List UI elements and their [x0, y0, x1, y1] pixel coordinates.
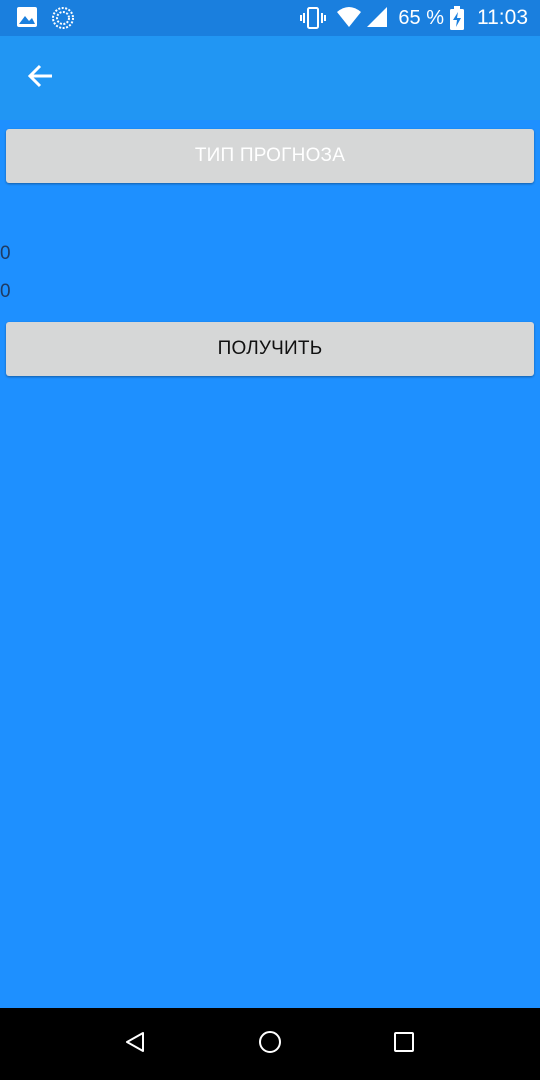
forecast-type-button[interactable]: ТИП ПРОГНОЗА: [6, 129, 534, 183]
nav-back-icon: [123, 1030, 147, 1059]
clock: 11:03: [477, 6, 528, 29]
nav-home-button[interactable]: [250, 1024, 290, 1064]
nav-recents-button[interactable]: [384, 1024, 424, 1064]
status-bar: 65 % 11:03: [0, 0, 540, 36]
vibrate-icon: [300, 6, 326, 35]
battery-percent: 65 %: [398, 7, 444, 29]
battery-charging-icon: [450, 6, 464, 35]
nav-back-button[interactable]: [115, 1024, 155, 1064]
nav-home-icon: [257, 1029, 283, 1060]
value-1: 0: [0, 243, 11, 264]
wifi-icon: [336, 6, 362, 33]
back-button[interactable]: [16, 54, 64, 102]
app-bar: [0, 36, 540, 120]
screen: 65 % 11:03 ТИП ПРОГНОЗА 0 0 ПОЛУЧИТЬ: [0, 0, 540, 1080]
image-notification-icon: [16, 6, 38, 33]
get-button[interactable]: ПОЛУЧИТЬ: [6, 322, 534, 376]
navigation-bar: [0, 1008, 540, 1080]
value-2: 0: [0, 281, 11, 302]
nav-recents-icon: [393, 1031, 415, 1058]
signal-icon: [366, 6, 388, 33]
sync-circle-icon: [51, 6, 75, 35]
arrow-back-icon: [26, 62, 54, 95]
